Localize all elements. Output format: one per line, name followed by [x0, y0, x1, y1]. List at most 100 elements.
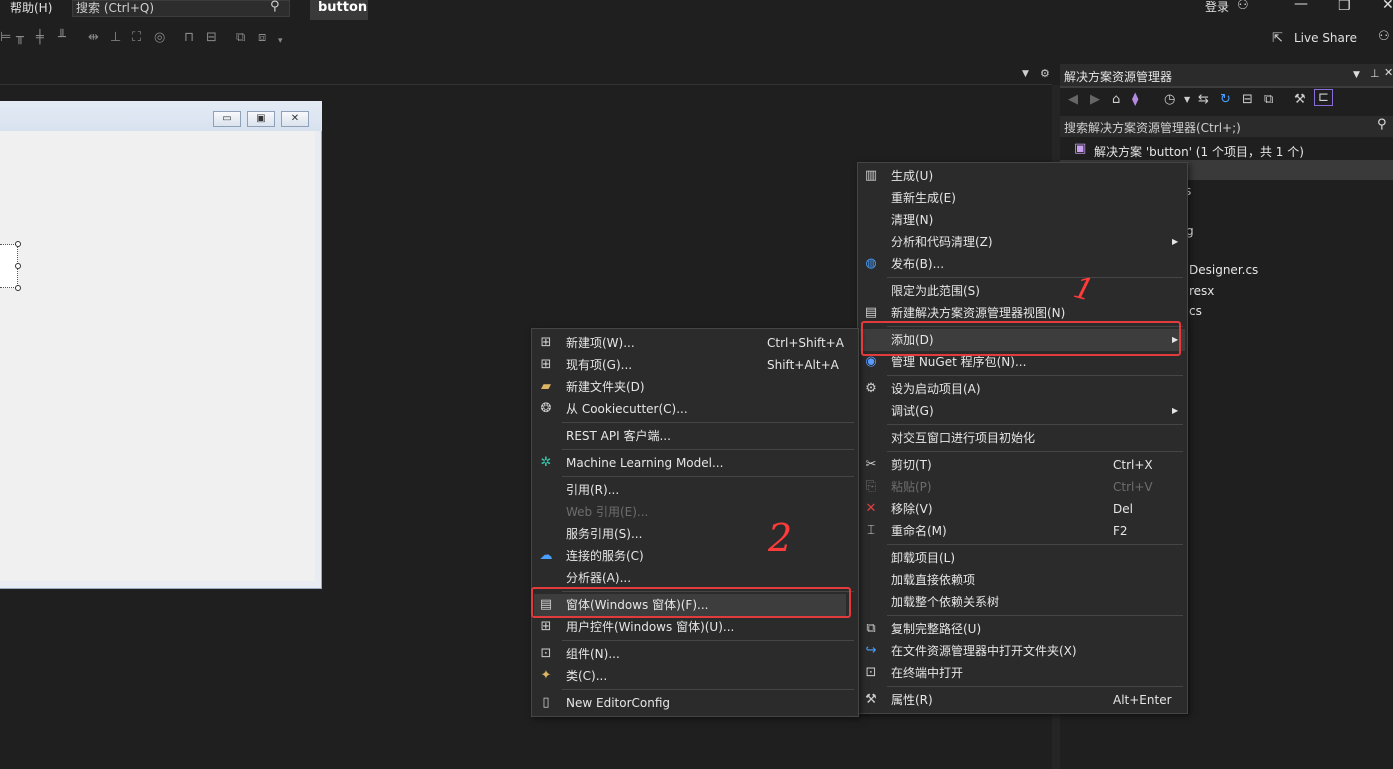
new-folder-icon: ▰	[541, 379, 551, 394]
menu-item-terminal[interactable]: 在终端中打开	[891, 662, 963, 684]
copy-icon: ⧉	[866, 621, 876, 636]
menu-item-copy-path[interactable]: 复制完整路径(U)	[891, 618, 981, 640]
properties-icon[interactable]: ⚒	[1294, 92, 1306, 107]
menu-item-analyzer[interactable]: 分析器(A)...	[566, 567, 631, 589]
menu-item-component[interactable]: 组件(N)...	[566, 643, 620, 665]
sync-icon[interactable]: ⇆	[1198, 92, 1209, 107]
menu-item-scope[interactable]: 限定为此范围(S)	[891, 280, 980, 302]
spacing-icon[interactable]: ⇹	[88, 30, 99, 45]
open-folder-icon: ↪	[865, 643, 877, 658]
menu-item-new-item[interactable]: 新建项(W)...	[566, 332, 635, 354]
person-icon[interactable]: ⚇	[1237, 0, 1249, 13]
resize-handle[interactable]	[15, 241, 21, 247]
tree-item[interactable]: Designer.cs	[1189, 263, 1258, 277]
forward-icon[interactable]: ▶	[1090, 92, 1100, 107]
center-icon[interactable]: ⊥	[110, 30, 121, 45]
resize-handle[interactable]	[15, 285, 21, 291]
menu-item-remove[interactable]: 移除(V)	[891, 498, 933, 520]
feedback-icon[interactable]: ⚇	[1378, 29, 1390, 44]
send-back-icon[interactable]: ⧈	[258, 30, 266, 45]
menu-item-existing-item[interactable]: 现有项(G)...	[566, 354, 632, 376]
menu-separator	[887, 424, 1183, 425]
chevron-down-icon[interactable]: ▼	[1353, 70, 1360, 80]
menu-help[interactable]: 帮助(H)	[10, 0, 52, 16]
menu-item-clean[interactable]: 清理(N)	[891, 209, 933, 231]
solution-search-input[interactable]: 搜索解决方案资源管理器(Ctrl+;)	[1064, 119, 1241, 136]
align-left-icon[interactable]: ⊨	[0, 30, 11, 45]
shortcut-text: Del	[1113, 502, 1133, 516]
menu-item-rest-api[interactable]: REST API 客户端...	[566, 425, 671, 447]
menu-item-publish[interactable]: 发布(B)...	[891, 253, 944, 275]
tree-item[interactable]: cs	[1189, 304, 1202, 318]
menu-item-interactive[interactable]: 对交互窗口进行项目初始化	[891, 427, 1035, 449]
hspace-icon[interactable]: ⊓	[184, 30, 194, 45]
menu-item-cut[interactable]: 剪切(T)	[891, 454, 932, 476]
refresh-icon[interactable]: ↻	[1220, 92, 1231, 107]
zoom-icon[interactable]: ◎	[154, 30, 165, 45]
liveshare-icon[interactable]: ⇱	[1272, 31, 1283, 46]
shortcut-text: Alt+Enter	[1113, 693, 1172, 707]
tab-dropdown-icon[interactable]: ▼	[1022, 69, 1029, 79]
close-icon[interactable]: ✕	[1382, 0, 1393, 13]
search-icon[interactable]: ⚲	[270, 0, 280, 14]
restore-icon[interactable]: ❐	[1338, 0, 1351, 14]
menu-item-ml-model[interactable]: Machine Learning Model...	[566, 452, 723, 474]
gear-icon[interactable]: ⚙	[1040, 67, 1050, 80]
pin-icon[interactable]: ⊥	[1370, 67, 1380, 80]
menu-item-rename[interactable]: 重命名(M)	[891, 520, 947, 542]
menu-separator	[562, 640, 854, 641]
close-icon[interactable]: ✕	[1384, 66, 1393, 79]
menu-item-debug[interactable]: 调试(G)	[891, 400, 934, 422]
signin-link[interactable]: 登录	[1205, 0, 1229, 14]
cut-icon: ✂	[865, 457, 877, 472]
terminal-icon: ⊡	[865, 665, 877, 680]
annotation-step2: 2	[768, 516, 793, 560]
menu-item-class[interactable]: 类(C)...	[566, 665, 607, 687]
bring-front-icon[interactable]: ⧉	[236, 30, 245, 45]
back-icon[interactable]: ◀	[1068, 92, 1078, 107]
resize-handle[interactable]	[15, 263, 21, 269]
show-all-icon[interactable]: ⧉	[1264, 92, 1273, 107]
toolbar-overflow-icon[interactable]: ▾	[278, 36, 283, 46]
solution-node[interactable]: 解决方案 'button' (1 个项目，共 1 个)	[1094, 143, 1304, 160]
home-icon[interactable]: ⌂	[1112, 92, 1120, 107]
vspace-icon[interactable]: ⊟	[206, 30, 217, 45]
search-icon[interactable]: ⚲	[1377, 117, 1387, 132]
collapse-icon[interactable]: ⊟	[1242, 92, 1253, 107]
file-icon: ▯	[542, 695, 550, 710]
menu-item-connected-service[interactable]: 连接的服务(C)	[566, 545, 644, 567]
menu-item-cookiecutter[interactable]: 从 Cookiecutter(C)...	[566, 398, 688, 420]
shortcut-text: F2	[1113, 524, 1128, 538]
divider	[1060, 86, 1393, 88]
menu-item-rebuild[interactable]: 重新生成(E)	[891, 187, 956, 209]
vs-switch-icon[interactable]: ⧫	[1132, 92, 1138, 107]
menu-item-unload[interactable]: 卸载项目(L)	[891, 547, 955, 569]
align-bottom-icon[interactable]: ╨	[58, 30, 66, 45]
menu-item-open-folder[interactable]: 在文件资源管理器中打开文件夹(X)	[891, 640, 1077, 662]
tree-item[interactable]: resx	[1189, 284, 1214, 298]
align-middle-icon[interactable]: ╪	[36, 30, 44, 45]
liveshare-button[interactable]: Live Share	[1294, 31, 1357, 45]
minimize-icon[interactable]: —	[1294, 0, 1308, 12]
menu-item-reference[interactable]: 引用(R)...	[566, 479, 619, 501]
size-icon[interactable]: ⛶	[132, 30, 141, 45]
ml-icon: ✲	[540, 455, 552, 470]
form-client-area[interactable]	[0, 131, 315, 581]
menu-item-properties[interactable]: 属性(R)	[891, 689, 933, 711]
menu-item-build[interactable]: 生成(U)	[891, 165, 933, 187]
menu-item-startup[interactable]: 设为启动项目(A)	[891, 378, 981, 400]
history-icon[interactable]: ◷	[1164, 92, 1175, 107]
menu-item-analyze[interactable]: 分析和代码清理(Z)	[891, 231, 993, 253]
menu-separator	[562, 422, 854, 423]
shortcut-text: Shift+Alt+A	[767, 358, 839, 372]
menu-item-load-tree[interactable]: 加载整个依赖关系树	[891, 591, 999, 613]
menu-item-load-direct[interactable]: 加载直接依赖项	[891, 569, 975, 591]
menu-item-editorconfig[interactable]: New EditorConfig	[566, 692, 670, 714]
align-top-icon[interactable]: ╥	[16, 30, 24, 45]
menu-item-service-reference[interactable]: 服务引用(S)...	[566, 523, 642, 545]
search-input[interactable]: 搜索 (Ctrl+Q)	[76, 0, 154, 16]
menu-item-new-folder[interactable]: 新建文件夹(D)	[566, 376, 645, 398]
chevron-down-icon[interactable]: ▼	[1184, 95, 1190, 104]
menu-item-user-control[interactable]: 用户控件(Windows 窗体)(U)...	[566, 616, 734, 638]
preview-icon[interactable]: ⊏	[1314, 89, 1333, 106]
